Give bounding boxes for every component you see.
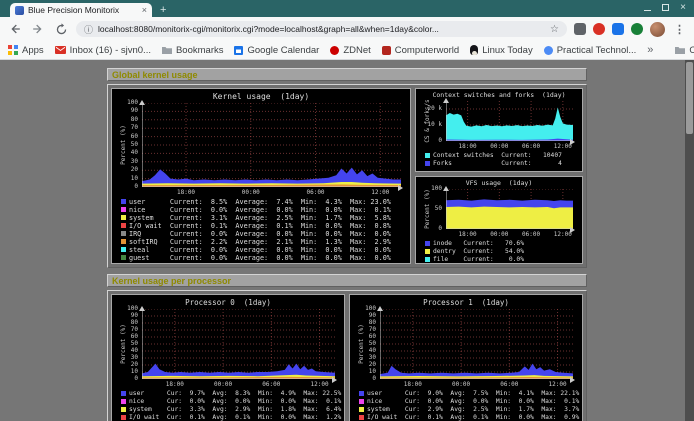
bookmark-label: Computerworld: [395, 45, 459, 56]
window-minimize-button[interactable]: [644, 4, 651, 11]
browser-toolbar: ⓘ localhost:8080/monitorix-cgi/monitorix…: [0, 17, 694, 41]
new-tab-button[interactable]: +: [152, 3, 174, 17]
site-info-icon[interactable]: ⓘ: [84, 23, 93, 36]
bookmark-label: Practical Technol...: [557, 45, 637, 56]
right-graph-column: Context switches and forks (1day)CS & fo…: [415, 88, 583, 264]
tab-close-icon[interactable]: ×: [142, 6, 147, 15]
bookmark-label: Bookmarks: [176, 45, 224, 56]
mail-icon: [55, 46, 66, 54]
tab-title: Blue Precision Monitorix: [28, 5, 138, 15]
extension-icon-2[interactable]: [593, 23, 605, 35]
section-kernel-usage-per-processor: Kernel usage per processor Processor 0 (…: [107, 274, 587, 421]
profile-avatar[interactable]: [650, 22, 665, 37]
section-global-kernel-usage: Global kernel usage Kernel usage (1day)P…: [107, 68, 587, 268]
section-title: Global kernel usage: [107, 68, 587, 81]
bookmark-item-practical-technology[interactable]: Practical Technol...: [544, 45, 637, 56]
forward-arrow-icon: [31, 22, 45, 36]
calendar-icon: [234, 46, 243, 55]
bookmark-label: Inbox (16) - sjvn0...: [70, 45, 151, 56]
vfs-usage-graph[interactable]: VFS usage (1day)Percent (%)05010018:0000…: [415, 176, 583, 264]
window-controls: ×: [644, 3, 686, 12]
folder-icon: [675, 46, 685, 54]
browser-menu-icon[interactable]: ⋮: [672, 23, 687, 36]
monitorix-favicon-icon: [15, 6, 24, 15]
page-content: Global kernel usage Kernel usage (1day)P…: [0, 60, 694, 421]
bookmark-apps[interactable]: Apps: [8, 45, 44, 56]
section-title: Kernel usage per processor: [107, 274, 587, 287]
bookmark-label: ZDNet: [343, 45, 370, 56]
tab-strip: Blue Precision Monitorix × + ×: [0, 0, 694, 17]
penguin-icon: [470, 45, 478, 55]
globe-icon: [544, 46, 553, 55]
bookmark-label: Apps: [22, 45, 44, 56]
kernel-usage-graph[interactable]: Kernel usage (1day)Percent (%)0102030405…: [111, 88, 411, 264]
bookmarks-overflow-chevron[interactable]: »: [647, 44, 653, 56]
bookmark-item-bookmarks[interactable]: Bookmarks: [162, 45, 224, 56]
apps-grid-icon: [8, 45, 18, 55]
window-close-button[interactable]: ×: [680, 3, 686, 12]
section-body: Processor 0 (1day)Percent (%)01020304050…: [107, 290, 587, 421]
window-maximize-button[interactable]: [662, 4, 669, 11]
processor-1-graph[interactable]: Processor 1 (1day)Percent (%)01020304050…: [349, 294, 583, 421]
folder-icon: [162, 46, 172, 54]
bookmarks-bar: Apps Inbox (16) - sjvn0... Bookmarks Goo…: [0, 41, 694, 60]
bookmark-item-linux-today[interactable]: Linux Today: [470, 45, 533, 56]
zdnet-icon: [330, 46, 339, 55]
browser-tab[interactable]: Blue Precision Monitorix ×: [10, 3, 152, 17]
computerworld-icon: [382, 46, 391, 55]
scrollbar-thumb[interactable]: [686, 62, 693, 134]
extension-icon-4[interactable]: [631, 23, 643, 35]
bookmark-star-icon[interactable]: ☆: [550, 24, 559, 35]
url-text: localhost:8080/monitorix-cgi/monitorix.c…: [98, 24, 545, 34]
back-button[interactable]: [7, 21, 23, 37]
bookmark-label: Google Calendar: [247, 45, 319, 56]
bookmark-item-inbox[interactable]: Inbox (16) - sjvn0...: [55, 45, 151, 56]
page-scrollbar[interactable]: [685, 60, 694, 421]
bookmark-item-computerworld[interactable]: Computerworld: [382, 45, 459, 56]
section-body: Kernel usage (1day)Percent (%)0102030405…: [107, 84, 587, 268]
bookmark-label: Linux Today: [482, 45, 533, 56]
extension-icon-1[interactable]: [574, 23, 586, 35]
reload-icon: [55, 23, 68, 36]
processor-0-graph[interactable]: Processor 0 (1day)Percent (%)01020304050…: [111, 294, 345, 421]
bookmark-item-zdnet[interactable]: ZDNet: [330, 45, 370, 56]
extension-icon-3[interactable]: [612, 23, 624, 35]
other-bookmarks-label: Other bookmarks: [689, 45, 694, 56]
browser-window: Blue Precision Monitorix × + × ⓘ localho…: [0, 0, 694, 421]
forward-button[interactable]: [30, 21, 46, 37]
context-switches-forks-graph[interactable]: Context switches and forks (1day)CS & fo…: [415, 88, 583, 172]
address-bar[interactable]: ⓘ localhost:8080/monitorix-cgi/monitorix…: [76, 21, 567, 37]
back-arrow-icon: [8, 22, 22, 36]
reload-button[interactable]: [53, 21, 69, 37]
bookmark-item-google-calendar[interactable]: Google Calendar: [234, 45, 319, 56]
other-bookmarks-button[interactable]: Other bookmarks: [675, 45, 694, 56]
